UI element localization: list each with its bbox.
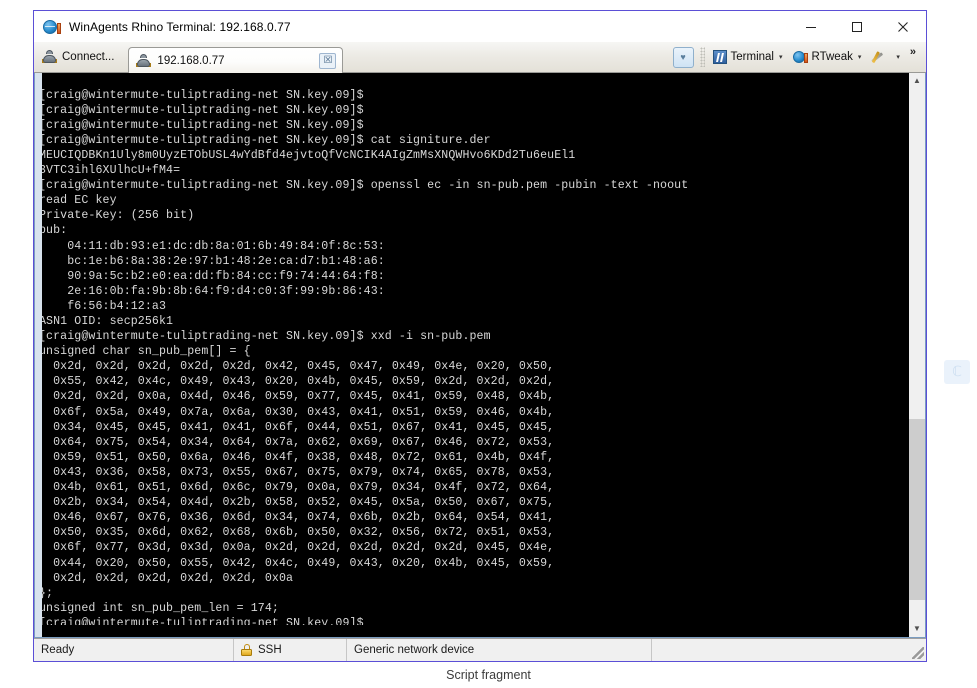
terminal-window: WinAgents Rhino Terminal: 192.168.0.77 C…	[33, 10, 927, 662]
toolbar-item-terminal-label: Terminal	[730, 51, 774, 63]
tab-close-icon[interactable]: ☒	[319, 52, 337, 69]
window-controls	[788, 11, 926, 42]
terminal-icon	[712, 50, 727, 64]
tab-label: 192.168.0.77	[157, 54, 225, 67]
globe-tag-icon	[792, 50, 808, 64]
connect-button[interactable]: Connect...	[38, 45, 122, 69]
terminal-scrollbar[interactable]: ▲ ▼	[908, 73, 925, 637]
tab-192-168-0-77[interactable]: 192.168.0.77 ☒	[128, 47, 344, 73]
chevron-down-icon[interactable]: ▾	[858, 53, 862, 61]
tools-icon	[871, 50, 887, 64]
watermark-icon: ℂ	[944, 360, 970, 384]
figure-caption: Script fragment	[446, 668, 531, 682]
terminal-left-gutter	[35, 73, 42, 637]
screenshot-root: WinAgents Rhino Terminal: 192.168.0.77 C…	[0, 0, 977, 688]
terminal-cursor: _	[370, 616, 378, 626]
terminal-area: [craig@wintermute-tuliptrading-net SN.ke…	[34, 73, 926, 638]
status-ssh-label: SSH	[258, 644, 282, 656]
title-bar[interactable]: WinAgents Rhino Terminal: 192.168.0.77	[34, 11, 926, 42]
scrollbar-track[interactable]	[909, 89, 925, 621]
chevron-down-icon[interactable]: ▾	[779, 53, 783, 61]
scroll-down-button[interactable]: ▼	[909, 621, 925, 637]
terminal-output[interactable]: [craig@wintermute-tuliptrading-net SN.ke…	[35, 84, 908, 626]
resize-grip[interactable]	[912, 647, 924, 659]
close-button[interactable]	[880, 11, 926, 42]
connect-button-label: Connect...	[62, 51, 115, 63]
status-ready: Ready	[34, 639, 234, 661]
minimize-button[interactable]	[788, 11, 834, 42]
toolbar: Connect... 192.168.0.77 ☒ ♥ Terminal ▾ R…	[34, 42, 926, 73]
status-device: Generic network device	[347, 639, 652, 661]
lock-icon	[241, 644, 252, 656]
status-spacer	[652, 639, 926, 661]
maximize-icon	[852, 21, 862, 32]
toolbar-overflow-button[interactable]: »	[908, 46, 920, 58]
minimize-icon	[806, 26, 816, 28]
status-bar: Ready SSH Generic network device	[34, 638, 926, 661]
toolbar-grip[interactable]	[699, 47, 705, 67]
close-icon	[898, 21, 908, 32]
toolbar-item-rtweak[interactable]: RTweak ▾	[791, 50, 864, 64]
scroll-up-button[interactable]: ▲	[909, 73, 925, 89]
chevron-down-icon[interactable]: ▾	[896, 53, 900, 61]
kettle-icon	[42, 50, 57, 64]
globe-tag-icon	[43, 18, 61, 36]
status-ssh: SSH	[234, 639, 347, 661]
kettle-icon	[136, 53, 152, 68]
maximize-button[interactable]	[834, 11, 880, 42]
window-title: WinAgents Rhino Terminal: 192.168.0.77	[69, 19, 291, 34]
toolbar-item-rtweak-label: RTweak	[811, 51, 853, 63]
favorites-dropdown-icon[interactable]: ♥	[672, 46, 694, 68]
toolbar-item-tools[interactable]: ▾	[869, 50, 902, 64]
scrollbar-thumb[interactable]	[909, 418, 925, 600]
toolbar-right-group: ♥ Terminal ▾ RTweak ▾ ▾ »	[672, 44, 922, 70]
toolbar-item-terminal[interactable]: Terminal ▾	[711, 50, 785, 64]
